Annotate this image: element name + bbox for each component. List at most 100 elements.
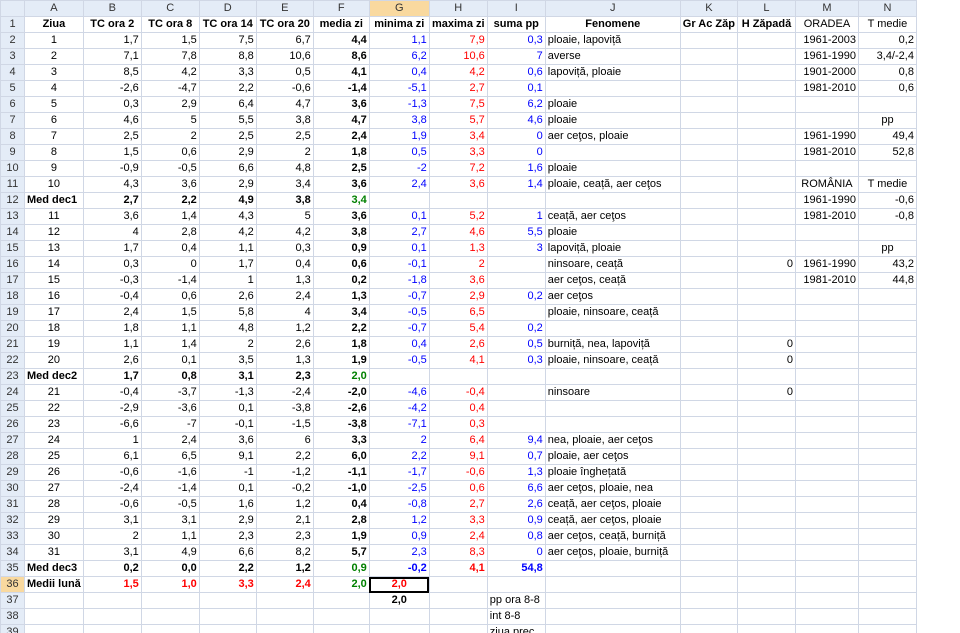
cell-i39[interactable]: ziua prec xyxy=(486,624,546,633)
cell-f38[interactable] xyxy=(312,608,370,625)
cell-l28[interactable] xyxy=(736,448,796,465)
cell-e26[interactable]: -1,5 xyxy=(255,416,314,433)
cell-k21[interactable] xyxy=(679,336,738,353)
cell-b33[interactable]: 2 xyxy=(82,528,142,545)
cell-n2[interactable]: 0,2 xyxy=(857,32,917,49)
cell-f29[interactable]: -1,1 xyxy=(312,464,370,481)
cell-g2[interactable]: 1,1 xyxy=(368,32,430,49)
cell-b14[interactable]: 4 xyxy=(82,224,142,241)
cell-k38[interactable] xyxy=(679,608,738,625)
cell-i8[interactable]: 0 xyxy=(486,128,546,145)
cell-j2[interactable]: ploaie, lapoviță xyxy=(544,32,681,49)
cell-e31[interactable]: 1,2 xyxy=(255,496,314,513)
cell-d3[interactable]: 8,8 xyxy=(198,48,257,65)
cell-m14[interactable] xyxy=(794,224,859,241)
cell-i20[interactable]: 0,2 xyxy=(486,320,546,337)
cell-b31[interactable]: -0,6 xyxy=(82,496,142,513)
cell-l39[interactable] xyxy=(736,624,796,633)
cell-j4[interactable]: lapoviță, ploaie xyxy=(544,64,681,81)
cell-c21[interactable]: 1,4 xyxy=(140,336,200,353)
cell-n5[interactable]: 0,6 xyxy=(857,80,917,97)
cell-g23[interactable] xyxy=(368,368,430,385)
cell-h23[interactable] xyxy=(428,368,488,385)
cell-b16[interactable]: 0,3 xyxy=(82,256,142,273)
cell-j21[interactable]: burniță, nea, lapoviță xyxy=(544,336,681,353)
cell-c34[interactable]: 4,9 xyxy=(140,544,200,561)
cell-a37[interactable] xyxy=(24,592,84,609)
cell-l9[interactable] xyxy=(736,144,796,161)
cell-i34[interactable]: 0 xyxy=(486,544,546,561)
column-header-c[interactable]: C xyxy=(140,0,200,17)
cell-c17[interactable]: -1,4 xyxy=(140,272,200,289)
cell-l1[interactable]: H Zăpadă xyxy=(736,16,796,33)
cell-i37[interactable]: pp ora 8-8 xyxy=(486,592,546,609)
cell-l31[interactable] xyxy=(736,496,796,513)
cell-i25[interactable] xyxy=(486,400,546,417)
cell-m7[interactable] xyxy=(794,112,859,129)
cell-i11[interactable]: 1,4 xyxy=(486,176,546,193)
cell-n33[interactable] xyxy=(857,528,917,545)
cell-m27[interactable] xyxy=(794,432,859,449)
cell-j17[interactable]: aer ceţos, ceață xyxy=(544,272,681,289)
cell-k23[interactable] xyxy=(679,368,738,385)
cell-i21[interactable]: 0,5 xyxy=(486,336,546,353)
cell-b4[interactable]: 8,5 xyxy=(82,64,142,81)
cell-n9[interactable]: 52,8 xyxy=(857,144,917,161)
column-header-h[interactable]: H xyxy=(428,0,488,17)
cell-k7[interactable] xyxy=(679,112,738,129)
cell-i10[interactable]: 1,6 xyxy=(486,160,546,177)
cell-b5[interactable]: -2,6 xyxy=(82,80,142,97)
cell-b8[interactable]: 2,5 xyxy=(82,128,142,145)
cell-h33[interactable]: 2,4 xyxy=(428,528,488,545)
cell-i28[interactable]: 0,7 xyxy=(486,448,546,465)
cell-l37[interactable] xyxy=(736,592,796,609)
cell-d9[interactable]: 2,9 xyxy=(198,144,257,161)
cell-g29[interactable]: -1,7 xyxy=(368,464,430,481)
cell-j19[interactable]: ploaie, ninsoare, ceață xyxy=(544,304,681,321)
cell-f23[interactable]: 2,0 xyxy=(312,368,370,385)
cell-i1[interactable]: suma pp xyxy=(486,16,546,33)
select-all-corner[interactable] xyxy=(0,0,25,17)
row-header[interactable]: 37 xyxy=(0,592,25,609)
cell-e28[interactable]: 2,2 xyxy=(255,448,314,465)
cell-g4[interactable]: 0,4 xyxy=(368,64,430,81)
row-header[interactable]: 32 xyxy=(0,512,25,529)
cell-a23[interactable]: Med dec2 xyxy=(24,368,84,385)
cell-m19[interactable] xyxy=(794,304,859,321)
cell-d5[interactable]: 2,2 xyxy=(198,80,257,97)
cell-j25[interactable] xyxy=(544,400,681,417)
cell-h11[interactable]: 3,6 xyxy=(428,176,488,193)
cell-m26[interactable] xyxy=(794,416,859,433)
cell-e20[interactable]: 1,2 xyxy=(255,320,314,337)
cell-n25[interactable] xyxy=(857,400,917,417)
cell-f36[interactable]: 2,0 xyxy=(312,576,370,593)
cell-b22[interactable]: 2,6 xyxy=(82,352,142,369)
cell-k8[interactable] xyxy=(679,128,738,145)
cell-c12[interactable]: 2,2 xyxy=(140,192,200,209)
cell-d24[interactable]: -1,3 xyxy=(198,384,257,401)
cell-g20[interactable]: -0,7 xyxy=(368,320,430,337)
cell-c19[interactable]: 1,5 xyxy=(140,304,200,321)
cell-a10[interactable]: 9 xyxy=(24,160,84,177)
cell-i36[interactable] xyxy=(486,576,546,593)
cell-d8[interactable]: 2,5 xyxy=(198,128,257,145)
cell-g25[interactable]: -4,2 xyxy=(368,400,430,417)
cell-a4[interactable]: 3 xyxy=(24,64,84,81)
cell-h14[interactable]: 4,6 xyxy=(428,224,488,241)
cell-d21[interactable]: 2 xyxy=(198,336,257,353)
cell-j39[interactable] xyxy=(544,624,681,633)
row-header[interactable]: 16 xyxy=(0,256,25,273)
cell-c23[interactable]: 0,8 xyxy=(140,368,200,385)
cell-g37[interactable]: 2,0 xyxy=(368,592,430,609)
cell-g11[interactable]: 2,4 xyxy=(368,176,430,193)
cell-b7[interactable]: 4,6 xyxy=(82,112,142,129)
cell-n4[interactable]: 0,8 xyxy=(857,64,917,81)
cell-c31[interactable]: -0,5 xyxy=(140,496,200,513)
cell-f5[interactable]: -1,4 xyxy=(312,80,370,97)
cell-i29[interactable]: 1,3 xyxy=(486,464,546,481)
cell-n15[interactable]: pp xyxy=(857,240,917,257)
cell-e21[interactable]: 2,6 xyxy=(255,336,314,353)
cell-d10[interactable]: 6,6 xyxy=(198,160,257,177)
row-header[interactable]: 29 xyxy=(0,464,25,481)
cell-l11[interactable] xyxy=(736,176,796,193)
